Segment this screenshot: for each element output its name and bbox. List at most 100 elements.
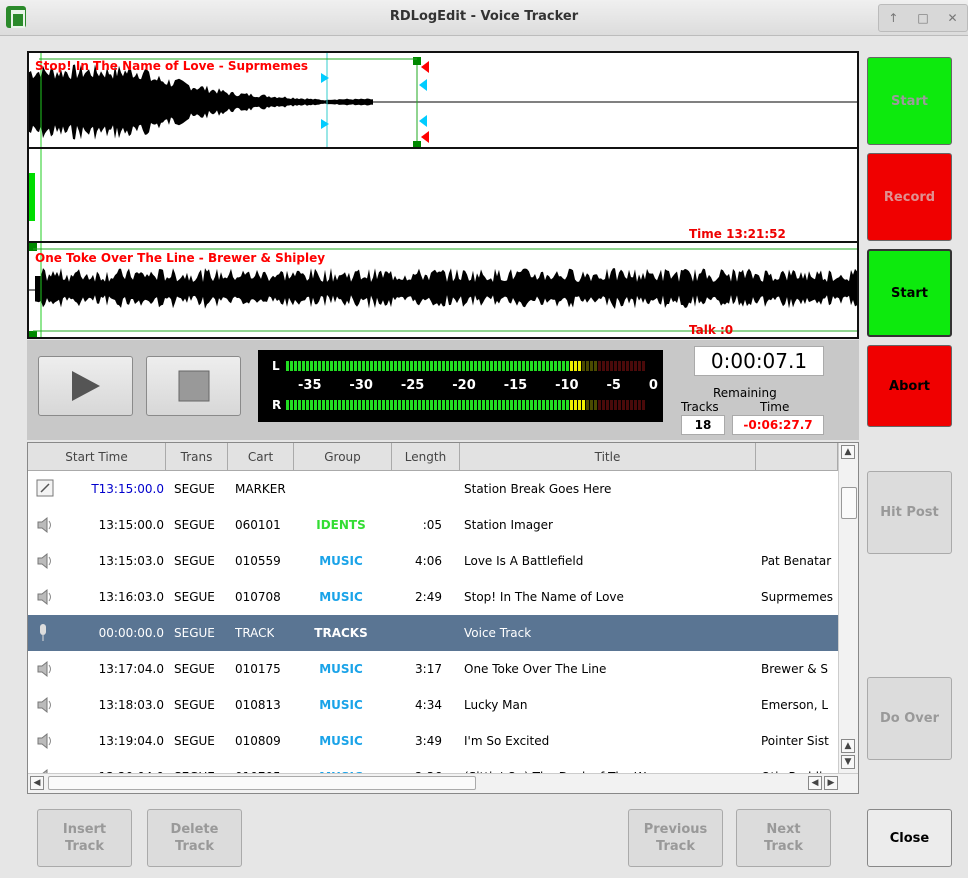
meter-segment	[330, 361, 333, 371]
close-icon[interactable]: ✕	[948, 11, 958, 25]
insert-track-button[interactable]: Insert Track	[37, 809, 132, 867]
title-cell: One Toke Over The Line	[464, 662, 607, 676]
meter-scale-label: -10	[555, 378, 579, 393]
col-trans[interactable]: Trans	[166, 443, 228, 471]
meter-segment	[622, 361, 625, 371]
meter-segment	[354, 361, 357, 371]
scroll-right-icon[interactable]: ▶	[824, 776, 838, 790]
meter-segment	[334, 400, 337, 410]
meter-segment	[438, 400, 441, 410]
maximize-icon[interactable]: □	[917, 11, 928, 25]
meter-segment	[394, 361, 397, 371]
table-row[interactable]: 13:15:03.0 SEGUE 010559 MUSIC 4:06 Love Is A …	[28, 543, 838, 579]
meter-segment	[642, 361, 645, 371]
bottom-waveform-panel[interactable]: One Toke Over The Line - Brewer & Shiple…	[27, 241, 859, 339]
meter-segment	[526, 361, 529, 371]
scroll-left-icon[interactable]: ◀	[30, 776, 44, 790]
table-row[interactable]: 13:16:03.0 SEGUE 010708 MUSIC 2:49 Stop! In T…	[28, 579, 838, 615]
meter-segment	[390, 361, 393, 371]
table-vertical-scrollbar[interactable]: ▲ ▲ ▼	[838, 443, 858, 773]
meter-segment	[322, 361, 325, 371]
stop-button[interactable]	[146, 356, 241, 416]
cart-cell: 010708	[235, 590, 281, 604]
start-time-cell: T13:15:00.0	[91, 482, 164, 496]
meter-segment	[618, 361, 621, 371]
horizontal-scroll-thumb[interactable]	[48, 776, 476, 790]
scroll-left-icon-right[interactable]: ◀	[808, 776, 822, 790]
scroll-up-icon[interactable]: ▲	[841, 445, 855, 459]
table-row[interactable]: 13:17:04.0 SEGUE 010175 MUSIC 3:17 One Toke O…	[28, 651, 838, 687]
delete-track-button[interactable]: Delete Track	[147, 809, 242, 867]
meter-segment	[634, 400, 637, 410]
meter-segment	[382, 400, 385, 410]
table-row[interactable]: 00:00:00.0 SEGUE TRACK TRACKS Voice Track	[28, 615, 838, 651]
meter-segment	[346, 361, 349, 371]
meter-segment	[410, 361, 413, 371]
previous-track-button[interactable]: Previous Track	[628, 809, 723, 867]
col-artist[interactable]	[756, 443, 838, 471]
next-track-button[interactable]: Next Track	[736, 809, 831, 867]
note-icon	[36, 479, 54, 500]
meter-segment	[570, 361, 573, 371]
col-start-time[interactable]: Start Time	[28, 443, 166, 471]
play-button[interactable]	[38, 356, 133, 416]
table-row[interactable]: 13:15:00.0 SEGUE 060101 IDENTS:05 Station Im…	[28, 507, 838, 543]
log-table[interactable]: Start Time Trans Cart Group Length Title…	[27, 442, 859, 794]
top-waveform-panel[interactable]: Stop! In The Name of Love - Suprmemes	[27, 51, 859, 149]
record-button[interactable]: Record	[867, 153, 952, 241]
meter-segment	[546, 400, 549, 410]
meter-segment	[550, 361, 553, 371]
meter-segment	[286, 361, 289, 371]
close-button[interactable]: Close	[867, 809, 952, 867]
meter-segment	[590, 361, 593, 371]
meter-segment	[506, 361, 509, 371]
table-row[interactable]: 13:19:04.0 SEGUE 010809 MUSIC 3:49 I'm So Exc…	[28, 723, 838, 759]
scroll-thumb[interactable]	[841, 487, 857, 519]
scroll-down-icon[interactable]: ▼	[841, 755, 855, 769]
meter-segment	[326, 400, 329, 410]
meter-segment	[310, 400, 313, 410]
col-cart[interactable]: Cart	[228, 443, 294, 471]
meter-segment	[582, 400, 585, 410]
hit-post-button[interactable]: Hit Post	[867, 471, 952, 554]
meter-segment	[502, 400, 505, 410]
group-cell: IDENTS	[316, 518, 366, 532]
window-title: RDLogEdit - Voice Tracker	[389, 9, 579, 24]
meter-segment	[546, 361, 549, 371]
meter-segment	[450, 400, 453, 410]
meter-segment	[494, 361, 497, 371]
meter-segment	[466, 400, 469, 410]
meter-scale-label: -15	[503, 378, 528, 393]
length-cell: :05	[422, 518, 442, 532]
col-title[interactable]: Title	[460, 443, 756, 471]
meter-segment	[562, 361, 565, 371]
meter-segment	[534, 400, 537, 410]
shade-icon[interactable]: ↑	[888, 11, 898, 25]
col-group[interactable]: Group	[294, 443, 392, 471]
scroll-up-icon-lower[interactable]: ▲	[841, 739, 855, 753]
meter-segment	[630, 400, 633, 410]
start-time-cell: 13:18:03.0	[98, 698, 164, 712]
col-length[interactable]: Length	[392, 443, 460, 471]
abort-button[interactable]: Abort	[867, 345, 952, 427]
length-cell: 3:17	[415, 662, 442, 676]
table-horizontal-scrollbar[interactable]: ◀ ◀ ▶	[28, 773, 858, 793]
table-row[interactable]: 13:18:03.0 SEGUE 010813 MUSIC 4:34 Lucky Man E…	[28, 687, 838, 723]
artist-cell: Suprmemes	[761, 590, 833, 604]
meter-segment	[470, 400, 473, 410]
meter-segment	[422, 361, 425, 371]
meter-segment	[478, 400, 481, 410]
voice-track-panel[interactable]: Time 13:21:52	[27, 147, 859, 243]
meter-segment	[430, 361, 433, 371]
meter-segment	[302, 361, 305, 371]
meter-segment	[378, 361, 381, 371]
title-bar[interactable]: RDLogEdit - Voice Tracker ↑ □ ✕	[0, 0, 968, 36]
start-button-1[interactable]: Start	[867, 57, 952, 145]
do-over-button[interactable]: Do Over	[867, 677, 952, 760]
meter-segment	[342, 361, 345, 371]
start-button-2[interactable]: Start	[867, 249, 952, 337]
start-time-cell: 13:17:04.0	[98, 662, 164, 676]
meter-segment	[574, 361, 577, 371]
meter-segment	[414, 361, 417, 371]
table-row[interactable]: T13:15:00.0 SEGUE MARKER Station Break Goes…	[28, 471, 838, 507]
